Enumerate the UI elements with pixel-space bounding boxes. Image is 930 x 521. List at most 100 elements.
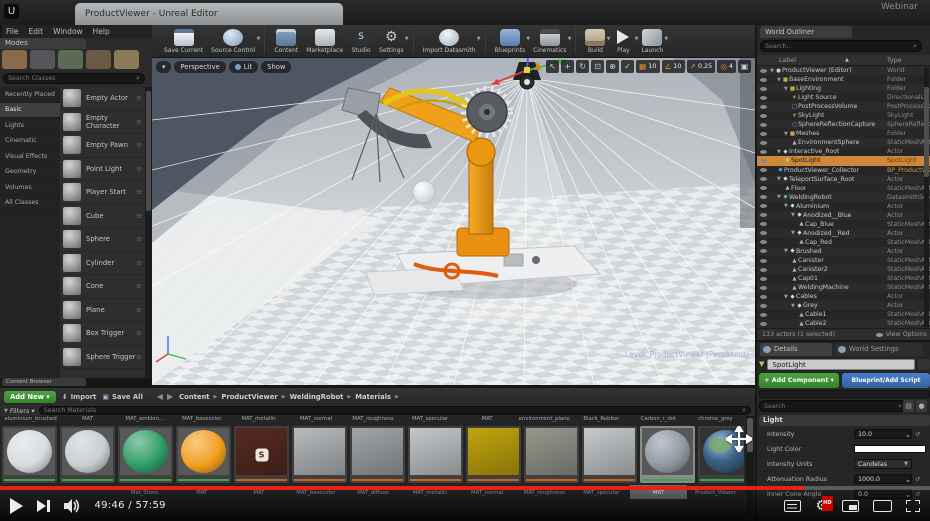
- visibility-eye-icon[interactable]: [760, 222, 767, 227]
- world-settings-tab[interactable]: World Settings: [835, 343, 923, 356]
- outliner-row[interactable]: ▲ Cap01 StaticMeshActor: [757, 274, 930, 283]
- snap-toggle[interactable]: ◎ 4: [717, 60, 736, 73]
- outliner-row[interactable]: ▼ ● ProductViewer (Editor) World: [757, 66, 930, 76]
- toolbar-button[interactable]: Import Datasmith ▼: [423, 28, 481, 54]
- asset-name[interactable]: MAT: [59, 416, 116, 426]
- outliner-row[interactable]: ▼ ■ Meshes Folder: [757, 129, 930, 138]
- numeric-input[interactable]: 1000.0: [854, 474, 912, 485]
- dropdown-select[interactable]: Candelas ▼: [854, 459, 912, 469]
- toolbar-button[interactable]: Source Control ▼: [211, 28, 260, 54]
- placeable-actor-item[interactable]: Sphere Trigger ≡: [60, 346, 145, 369]
- asset-name[interactable]: MAT_ambien...: [116, 416, 173, 426]
- preview-character-icon[interactable]: ♟: [531, 60, 544, 73]
- details-search-input[interactable]: [764, 402, 899, 410]
- modes-category[interactable]: Basic: [0, 102, 60, 118]
- grab-handle-icon[interactable]: ≡: [136, 188, 142, 196]
- toolbar-button[interactable]: Launch ▼: [641, 28, 668, 54]
- placeable-actor-item[interactable]: Player Start ≡: [60, 181, 145, 205]
- visibility-eye-icon[interactable]: [760, 249, 767, 254]
- asset-name[interactable]: aluminium_brushed: [2, 416, 59, 426]
- outliner-row[interactable]: ▼ ◆ Cables Actor: [757, 292, 930, 301]
- placeable-actor-item[interactable]: Sphere ≡: [60, 228, 145, 252]
- editor-window-tab[interactable]: ProductViewer - Unreal Editor: [75, 3, 343, 25]
- color-swatch[interactable]: [854, 445, 926, 453]
- foliage-mode-icon[interactable]: [86, 50, 111, 69]
- outliner-row[interactable]: ☀ Light Source DirectionalLight: [757, 93, 930, 102]
- visibility-eye-icon[interactable]: [760, 276, 767, 281]
- placeable-actor-item[interactable]: Box Trigger ≡: [60, 322, 145, 346]
- modes-search-input[interactable]: [8, 75, 137, 82]
- grab-handle-icon[interactable]: ≡: [136, 235, 142, 243]
- placeable-actor-item[interactable]: Empty Pawn ≡: [60, 134, 145, 158]
- subtitles-button[interactable]: [784, 499, 802, 512]
- placeable-actor-item[interactable]: Cube ≡: [60, 205, 145, 228]
- visibility-eye-icon[interactable]: [760, 213, 767, 218]
- level-viewport[interactable]: ▾ Perspective Lit Show ♟ ↖ + ↻ ⊡ ⊕ ✓ ▦ 1…: [152, 58, 755, 385]
- asset-name[interactable]: MAT_metallic: [230, 416, 287, 426]
- asset-tile[interactable]: [524, 426, 579, 483]
- toolbar-button[interactable]: Save Current: [164, 28, 203, 54]
- asset-name[interactable]: MAT: [459, 416, 516, 426]
- modes-scrollbar[interactable]: [145, 87, 152, 378]
- visibility-eye-icon[interactable]: [760, 321, 767, 326]
- menu-item[interactable]: File: [6, 27, 19, 36]
- dropdown-caret-icon[interactable]: ▼: [635, 36, 639, 42]
- breadcrumb-item[interactable]: ProductViewer: [221, 393, 277, 401]
- outliner-row[interactable]: ▲ Floor StaticMeshActor: [757, 184, 930, 193]
- menu-item[interactable]: Edit: [29, 27, 44, 36]
- modes-category[interactable]: All Classes: [0, 196, 60, 211]
- select-tool-icon[interactable]: ↖: [546, 60, 560, 73]
- asset-search-input[interactable]: [43, 407, 743, 414]
- breadcrumb-item[interactable]: Materials: [355, 393, 391, 401]
- dropdown-caret-icon[interactable]: ▼: [568, 36, 572, 42]
- surface-snap-icon[interactable]: ✓: [621, 60, 635, 73]
- view-mode-button[interactable]: Lit: [228, 60, 259, 73]
- outliner-row[interactable]: ▲ EnvironmentSphere StaticMeshActor: [757, 138, 930, 148]
- visibility-eye-icon[interactable]: [760, 204, 767, 209]
- modes-category[interactable]: Cinematic: [0, 134, 60, 149]
- display-filter-button[interactable]: ●: [916, 400, 927, 412]
- toolbar-button[interactable]: Play ▼: [613, 29, 638, 54]
- filters-button[interactable]: ▼ Filters ▾: [4, 407, 35, 415]
- visibility-eye-icon[interactable]: [760, 77, 767, 82]
- asset-tile[interactable]: [60, 426, 115, 483]
- outliner-row[interactable]: ▲ Cap_Red StaticMeshActor: [757, 238, 930, 247]
- visibility-eye-icon[interactable]: [760, 195, 767, 200]
- visibility-eye-icon[interactable]: [760, 131, 767, 136]
- toolbar-button[interactable]: Blueprints ▼: [495, 28, 530, 54]
- settings-gear-button[interactable]: ⚙HD: [815, 495, 833, 513]
- content-browser-tab[interactable]: Content Browser: [2, 378, 86, 386]
- viewport-options-button[interactable]: ▾: [156, 60, 172, 73]
- toolbar-button[interactable]: S Studio: [351, 28, 372, 54]
- toolbar-button[interactable]: Content: [274, 28, 298, 54]
- placeable-actor-item[interactable]: Empty Character ≡: [60, 111, 145, 134]
- move-tool-icon[interactable]: +: [561, 60, 575, 73]
- placeable-actor-item[interactable]: Empty Actor ≡: [60, 87, 145, 111]
- outliner-row[interactable]: ▲ Cable1 StaticMeshActor: [757, 310, 930, 319]
- modes-panel-tab[interactable]: Modes: [0, 38, 86, 49]
- outliner-row[interactable]: ▲ Cap_Blue StaticMeshActor: [757, 220, 930, 229]
- grab-handle-icon[interactable]: ≡: [136, 353, 142, 361]
- lock-button[interactable]: [918, 358, 930, 370]
- asset-tile[interactable]: S: [234, 426, 289, 483]
- asset-tile[interactable]: [2, 426, 57, 483]
- modes-category[interactable]: Lights: [0, 118, 60, 134]
- landscape-mode-icon[interactable]: [58, 50, 83, 69]
- miniplayer-button[interactable]: [842, 499, 859, 512]
- asset-tile[interactable]: [118, 426, 173, 483]
- outliner-row[interactable]: ▼ ◆ TeleportSurface_Root Actor: [757, 174, 930, 184]
- property-matrix-button[interactable]: ▤: [903, 400, 914, 412]
- visibility-eye-icon[interactable]: [760, 303, 767, 308]
- actor-name-field[interactable]: SpotLight: [767, 358, 915, 370]
- visibility-eye-icon[interactable]: [760, 258, 767, 263]
- play-button[interactable]: [10, 497, 23, 514]
- outliner-row[interactable]: ▼ ◆ Aluminium Actor: [757, 202, 930, 211]
- visibility-eye-icon[interactable]: [760, 95, 767, 100]
- outliner-row[interactable]: ▼ ◆ Interactive_Root Actor: [757, 147, 930, 156]
- visibility-eye-icon[interactable]: [760, 158, 767, 163]
- blueprint-add-script-button[interactable]: Blueprint/Add Script: [842, 373, 930, 388]
- outliner-row[interactable]: ▼ ◆ Grey Actor: [757, 301, 930, 311]
- paint-mode-icon[interactable]: [30, 50, 55, 69]
- outliner-row[interactable]: ▲ Canister2 StaticMeshActor: [757, 265, 930, 275]
- snap-toggle[interactable]: ↗ 0.25: [686, 60, 716, 73]
